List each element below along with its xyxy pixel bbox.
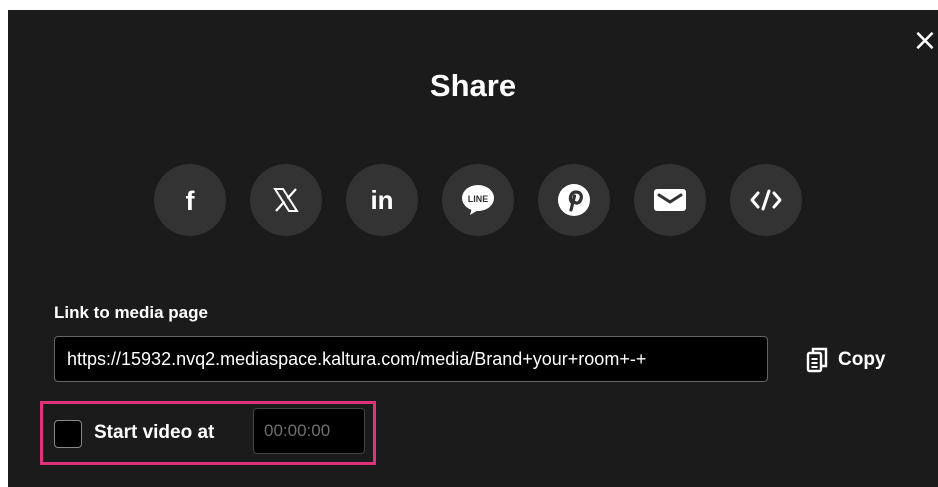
copy-icon	[806, 347, 828, 373]
share-email-button[interactable]	[634, 164, 706, 236]
share-facebook-button[interactable]: f	[154, 164, 226, 236]
pinterest-icon	[558, 184, 590, 216]
social-share-buttons: f in LINE	[154, 164, 802, 236]
share-line-button[interactable]: LINE	[442, 164, 514, 236]
start-video-checkbox[interactable]	[54, 420, 82, 448]
share-linkedin-button[interactable]: in	[346, 164, 418, 236]
close-icon[interactable]: ×	[912, 24, 938, 58]
facebook-icon: f	[186, 186, 196, 215]
copy-button[interactable]: Copy	[806, 344, 886, 376]
embed-code-icon	[750, 189, 782, 211]
dialog-title: Share	[429, 68, 517, 103]
line-icon: LINE	[462, 185, 494, 215]
linkedin-icon: in	[370, 185, 393, 215]
start-video-label: Start video at	[94, 422, 215, 443]
svg-text:in: in	[370, 185, 393, 215]
share-dialog: × Share f in LINE Link to media page htt…	[8, 10, 938, 487]
email-icon	[654, 189, 686, 211]
share-x-button[interactable]	[250, 164, 322, 236]
copy-label: Copy	[838, 349, 886, 370]
media-link-field[interactable]	[54, 336, 768, 382]
svg-text:LINE: LINE	[468, 194, 489, 204]
link-section-label: Link to media page	[54, 303, 208, 322]
share-embed-button[interactable]	[730, 164, 802, 236]
share-pinterest-button[interactable]	[538, 164, 610, 236]
x-twitter-icon	[273, 188, 299, 212]
start-time-input[interactable]	[253, 408, 365, 454]
svg-text:f: f	[186, 186, 196, 215]
